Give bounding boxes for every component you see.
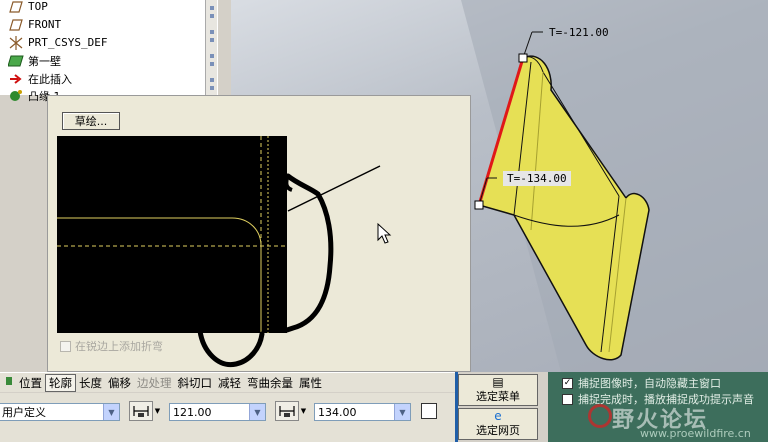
chevron-down-icon[interactable]: ▼	[299, 401, 308, 421]
length-end-2-button[interactable]: ▼	[275, 401, 308, 421]
model-tree: TOP FRONT PRT_CSYS_DEF 第一壁 在此插入 凸缘 1	[0, 0, 205, 103]
tab-bend-allowance[interactable]: 弯曲余量	[244, 374, 296, 392]
tree-item-front[interactable]: FRONT	[8, 16, 61, 33]
length-2-combo[interactable]: 134.00 ▼	[314, 403, 411, 421]
auto-hide-option[interactable]: ✓ 捕捉图像时，自动隐藏主窗口	[562, 375, 721, 391]
flange-feature-icon	[8, 89, 24, 103]
tree-item-label: PRT_CSYS_DEF	[28, 36, 108, 49]
tree-item-insert-here[interactable]: 在此插入	[8, 70, 72, 87]
select-web-button[interactable]: e 选定网页	[458, 408, 538, 440]
auto-hide-label: 捕捉图像时，自动隐藏主窗口	[578, 377, 721, 390]
tab-length[interactable]: 长度	[76, 374, 105, 392]
sound-prompt-checkbox[interactable]	[562, 393, 573, 405]
menu-document-icon: ▤	[492, 375, 504, 389]
corner-relief-checkbox[interactable]: 在锐边上添加折弯	[60, 338, 163, 354]
dashboard-grip-icon	[4, 374, 16, 391]
length-end-icon	[275, 401, 299, 421]
chevron-down-icon[interactable]: ▼	[103, 404, 119, 420]
wall-feature-icon	[8, 54, 24, 68]
coordinate-system-icon	[8, 35, 24, 50]
dashboard-tab-row: 位置 轮廓 长度 偏移 边处理 斜切口 减轻 弯曲余量 属性	[0, 372, 455, 392]
corner-relief-label: 在锐边上添加折弯	[75, 340, 163, 353]
tab-offset[interactable]: 偏移	[105, 374, 134, 392]
tab-placement[interactable]: 位置	[16, 374, 45, 392]
tree-item-label: TOP	[28, 0, 48, 13]
tree-splitter[interactable]	[217, 0, 231, 95]
checkbox-box[interactable]	[60, 340, 71, 352]
preview-toggle-button[interactable]	[421, 403, 437, 419]
watermark-logo-icon	[588, 404, 612, 428]
profile-type-select[interactable]: 用户定义 ▼	[0, 403, 120, 421]
tab-miter-cut[interactable]: 斜切口	[175, 374, 216, 392]
tab-edge-treatment[interactable]: 边处理	[134, 374, 175, 392]
sketch-annotation-strokes	[197, 165, 392, 368]
datum-plane-icon	[8, 0, 24, 14]
tree-item-label: 第一壁	[28, 54, 61, 68]
dimension-top[interactable]: T=-121.00	[545, 25, 613, 40]
tree-item-first-wall[interactable]: 第一壁	[8, 52, 61, 69]
chevron-down-icon[interactable]: ▼	[249, 404, 265, 420]
length-1-combo[interactable]: 121.00 ▼	[169, 403, 266, 421]
tree-item-label: FRONT	[28, 18, 62, 31]
tree-item-csys[interactable]: PRT_CSYS_DEF	[8, 34, 107, 51]
tab-properties[interactable]: 属性	[296, 374, 325, 392]
length-end-1-button[interactable]: ▼	[129, 401, 162, 421]
profile-type-value: 用户定义	[2, 406, 46, 419]
chevron-down-icon[interactable]: ▼	[394, 404, 410, 420]
dimension-bottom[interactable]: T=-134.00	[503, 171, 571, 186]
tree-item-label: 在此插入	[28, 72, 72, 86]
length-end-icon	[129, 401, 153, 421]
tab-profile[interactable]: 轮廓	[45, 373, 76, 392]
mouse-cursor-icon	[377, 222, 392, 244]
select-menu-label: 选定菜单	[476, 390, 520, 403]
dashboard-controls: 用户定义 ▼ ▼ 121.00 ▼ ▼ 134.00 ▼	[0, 393, 455, 442]
tree-item-top[interactable]: TOP	[8, 0, 48, 15]
auto-hide-checkbox[interactable]: ✓	[562, 377, 573, 389]
select-web-label: 选定网页	[476, 424, 520, 437]
tree-scrollbar[interactable]	[205, 0, 217, 95]
sketch-dialog: 草绘... 在锐边上添加折弯	[47, 95, 471, 372]
chevron-down-icon[interactable]: ▼	[153, 401, 162, 421]
watermark-url: www.proewildfire.cn	[640, 427, 751, 440]
length-2-value: 134.00	[318, 405, 357, 419]
length-1-value: 121.00	[173, 405, 212, 419]
capture-menu-buttons: ▤ 选定菜单 e 选定网页	[455, 372, 540, 442]
datum-plane-icon	[8, 18, 24, 32]
insert-here-arrow-icon	[8, 72, 24, 86]
web-browser-icon: e	[494, 409, 502, 423]
tab-relief[interactable]: 减轻	[215, 374, 244, 392]
select-menu-button[interactable]: ▤ 选定菜单	[458, 374, 538, 406]
